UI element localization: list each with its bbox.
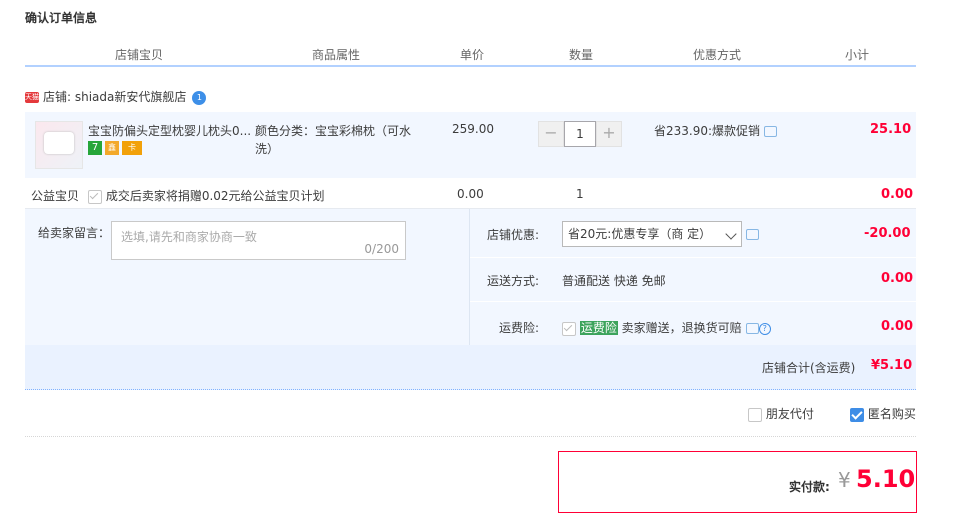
- friend-pay-option[interactable]: 朋友代付: [748, 405, 814, 422]
- chevron-down-icon: [725, 228, 737, 240]
- charity-subtotal: 0.00: [881, 187, 914, 202]
- friend-pay-label: 朋友代付: [765, 407, 814, 421]
- shop-name-link[interactable]: shiada新安代旗舰店: [75, 90, 187, 104]
- shipping-label: 运送方式:: [487, 274, 540, 288]
- anonymous-option[interactable]: 匿名购买: [850, 405, 916, 422]
- message-placeholder: 选填,请先和商家协商一致: [121, 230, 257, 244]
- insurance-text: 卖家赠送，退换货可赔: [621, 321, 742, 335]
- product-thumbnail[interactable]: [35, 121, 83, 169]
- insurance-label: 运费险:: [499, 321, 540, 335]
- message-label: 给卖家留言：: [38, 226, 111, 240]
- pay-amount: 5.10: [856, 465, 916, 493]
- tmall-icon: 天猫: [25, 92, 39, 103]
- qty-plus-button[interactable]: +: [596, 121, 622, 147]
- insurance-message-icon[interactable]: [745, 323, 759, 334]
- anonymous-label: 匿名购买: [867, 407, 916, 421]
- quantity-stepper: −1 +: [538, 121, 622, 147]
- seller-message-field[interactable]: 选填,请先和商家协商一致 0/200: [111, 221, 406, 260]
- help-icon[interactable]: ?: [758, 322, 771, 335]
- table-header: 店铺宝贝 商品属性 单价 数量 优惠方式 小计: [25, 43, 916, 67]
- col-header-attr: 商品属性: [312, 48, 361, 62]
- item-subtotal: 25.10: [870, 122, 912, 137]
- insurance-amount: 0.00: [881, 319, 914, 334]
- shop-total-label: 店铺合计(含运费): [762, 361, 856, 375]
- coupon-message-icon[interactable]: [746, 229, 759, 240]
- charity-checkbox: [88, 189, 102, 204]
- qty-input[interactable]: 1: [564, 121, 596, 147]
- col-header-promo: 优惠方式: [693, 48, 742, 62]
- anonymous-checkbox[interactable]: [850, 407, 864, 422]
- insurance-checkbox: [562, 321, 576, 336]
- shop-line: 天猫 店铺: shiada新安代旗舰店 1: [25, 88, 207, 105]
- page-title: 确认订单信息: [25, 11, 98, 25]
- pay-label: 实付款:: [789, 480, 830, 494]
- insurance-option: 运费险 卖家赠送，退换货可赔?: [562, 319, 771, 336]
- col-header-subtotal: 小计: [845, 48, 870, 62]
- col-header-price: 单价: [460, 48, 485, 62]
- unit-price: 259.00: [452, 122, 494, 136]
- charity-price: 0.00: [457, 187, 484, 201]
- coupon-selected: 省20元:优惠专享（商 定）: [568, 227, 712, 241]
- col-header-item: 店铺宝贝: [115, 48, 164, 62]
- guarantee-icon[interactable]: 鑫: [105, 140, 119, 155]
- coupon-label: 店铺优惠:: [487, 228, 540, 242]
- seven-day-return-icon[interactable]: 7: [88, 140, 102, 155]
- charity-qty: 1: [576, 187, 584, 201]
- product-attributes: 颜色分类：宝宝彩棉枕（可水洗）: [255, 124, 412, 156]
- shipping-amount: 0.00: [881, 271, 914, 286]
- service-badges: 7鑫卡: [88, 140, 145, 155]
- shop-prefix: 店铺:: [43, 90, 75, 104]
- shop-total-value: ¥5.10: [871, 358, 913, 373]
- charity-text: 成交后卖家将捐赠0.02元给公益宝贝计划: [105, 189, 325, 203]
- coupon-amount: -20.00: [864, 226, 911, 241]
- wangwang-icon[interactable]: 1: [192, 90, 207, 105]
- promo-text: 省233.90:爆款促销: [654, 122, 778, 139]
- promo-label: 省233.90:爆款促销: [654, 124, 761, 138]
- product-title-link[interactable]: 宝宝防偏头定型枕婴儿枕头0...: [88, 122, 251, 139]
- message-counter: 0/200: [364, 242, 399, 256]
- friend-pay-checkbox[interactable]: [748, 407, 762, 422]
- payment-summary: 实付款: ¥ 5.10: [558, 451, 917, 513]
- charity-label: 公益宝贝: [31, 189, 80, 203]
- col-header-qty: 数量: [569, 48, 594, 62]
- credit-card-icon[interactable]: 卡: [122, 140, 142, 155]
- charity-option: 成交后卖家将捐赠0.02元给公益宝贝计划: [88, 187, 325, 204]
- coupon-select[interactable]: 省20元:优惠专享（商 定）: [562, 221, 742, 247]
- message-icon[interactable]: [764, 126, 778, 137]
- insurance-tag: 运费险: [579, 321, 618, 335]
- shipping-value: 普通配送 快递 免邮: [562, 274, 666, 288]
- qty-minus-button[interactable]: −: [538, 121, 564, 147]
- pay-currency: ¥: [838, 468, 851, 492]
